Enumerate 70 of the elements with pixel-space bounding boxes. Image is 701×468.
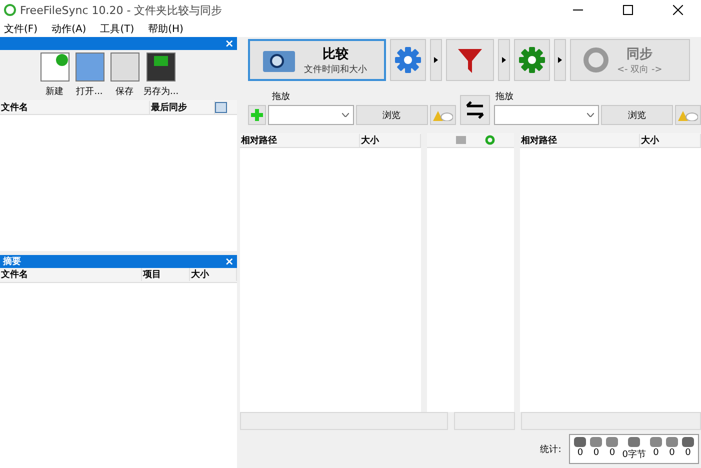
swap-arrows-icon [464,101,484,119]
status-bar-field [454,412,515,430]
dropdown-arrow-icon [558,57,562,63]
swap-sides-button[interactable] [460,95,490,125]
compare-title: 比较 [322,46,348,62]
dropdown-button[interactable] [430,39,442,81]
column-header[interactable]: 大小 [190,268,237,281]
drop-label: 拖放 [494,90,514,103]
statistics-label: 统计: [540,444,562,456]
column-header[interactable]: 相对路径 [520,134,640,146]
cloud-drive-icon [678,109,698,121]
toolbar-button[interactable]: 打开... [73,52,106,98]
toolbar-button[interactable]: 另存为... [143,52,179,98]
new-file-icon [40,52,70,82]
compare-subtitle: 文件时间和大小 [304,64,367,76]
close-button[interactable]: × [224,37,234,50]
statistic-icon [682,437,694,447]
statistic-icon [574,437,586,447]
maximize-icon[interactable] [623,5,633,15]
sync-button[interactable]: 同步 <- 双向 -> [570,39,690,81]
column-header[interactable]: 项目 [142,268,190,281]
toolbar-button[interactable]: 保存 [108,52,141,98]
statistic-icon [606,437,618,447]
chevron-down-icon [587,113,594,117]
close-button[interactable]: × [224,254,234,268]
menu-item[interactable]: 工具(T) [100,22,134,36]
browse-button[interactable]: 浏览 [356,105,428,125]
menu-item[interactable]: 动作(A) [52,22,86,36]
sync-subtitle: <- 双向 -> [617,64,662,76]
filter-button[interactable] [446,39,494,81]
window-title: FreeFileSync 10.20 - 文件夹比较与同步 [20,2,224,18]
statistic-count: 0 [653,448,659,458]
sync-title: 同步 [626,46,653,62]
close-icon[interactable] [673,5,683,15]
browse-button[interactable]: 浏览 [601,105,673,125]
compare-button[interactable]: 比较 文件时间和大小 [248,39,386,81]
dropdown-arrow-icon [502,57,506,63]
statistic-count: 0 [609,448,616,458]
column-header[interactable]: 文件名 [0,268,142,281]
column-header[interactable]: 相对路径 [240,134,360,146]
folder-path-field[interactable] [494,105,599,125]
dropdown-button[interactable] [498,39,510,81]
statistic-count: 0字节 [622,448,646,461]
settings-button[interactable] [390,39,426,81]
panel-title: 摘要 [3,255,21,268]
statistic-count: 0 [669,448,675,458]
column-header[interactable]: 大小 [640,134,701,146]
statistic-icon [628,437,640,447]
statistic-count: 0 [685,448,691,458]
cloud-drive-icon [432,109,452,121]
dropdown-arrow-icon [434,57,438,63]
chevron-down-icon [342,113,348,117]
folder-path-field[interactable] [268,105,354,125]
statistic-count: 0 [593,448,600,458]
gear-icon [394,46,422,74]
drop-label: 拖放 [271,90,291,103]
toolbar-button[interactable]: 新建 [38,52,71,98]
column-header[interactable]: 大小 [360,134,422,146]
column-header[interactable]: 文件名 [0,100,150,114]
menu-item[interactable]: 帮助(H) [148,22,184,36]
gear-icon [518,46,546,74]
sync-settings-button[interactable] [514,39,550,81]
dropdown-button[interactable] [554,39,566,81]
filter-icon [458,47,482,73]
statistic-icon [666,437,678,447]
statistic-count: 0 [577,448,584,458]
plus-icon [251,109,263,121]
menu-item[interactable]: 文件(F) [4,22,38,36]
statistic-icon [590,437,602,447]
statistic-icon [650,437,662,447]
